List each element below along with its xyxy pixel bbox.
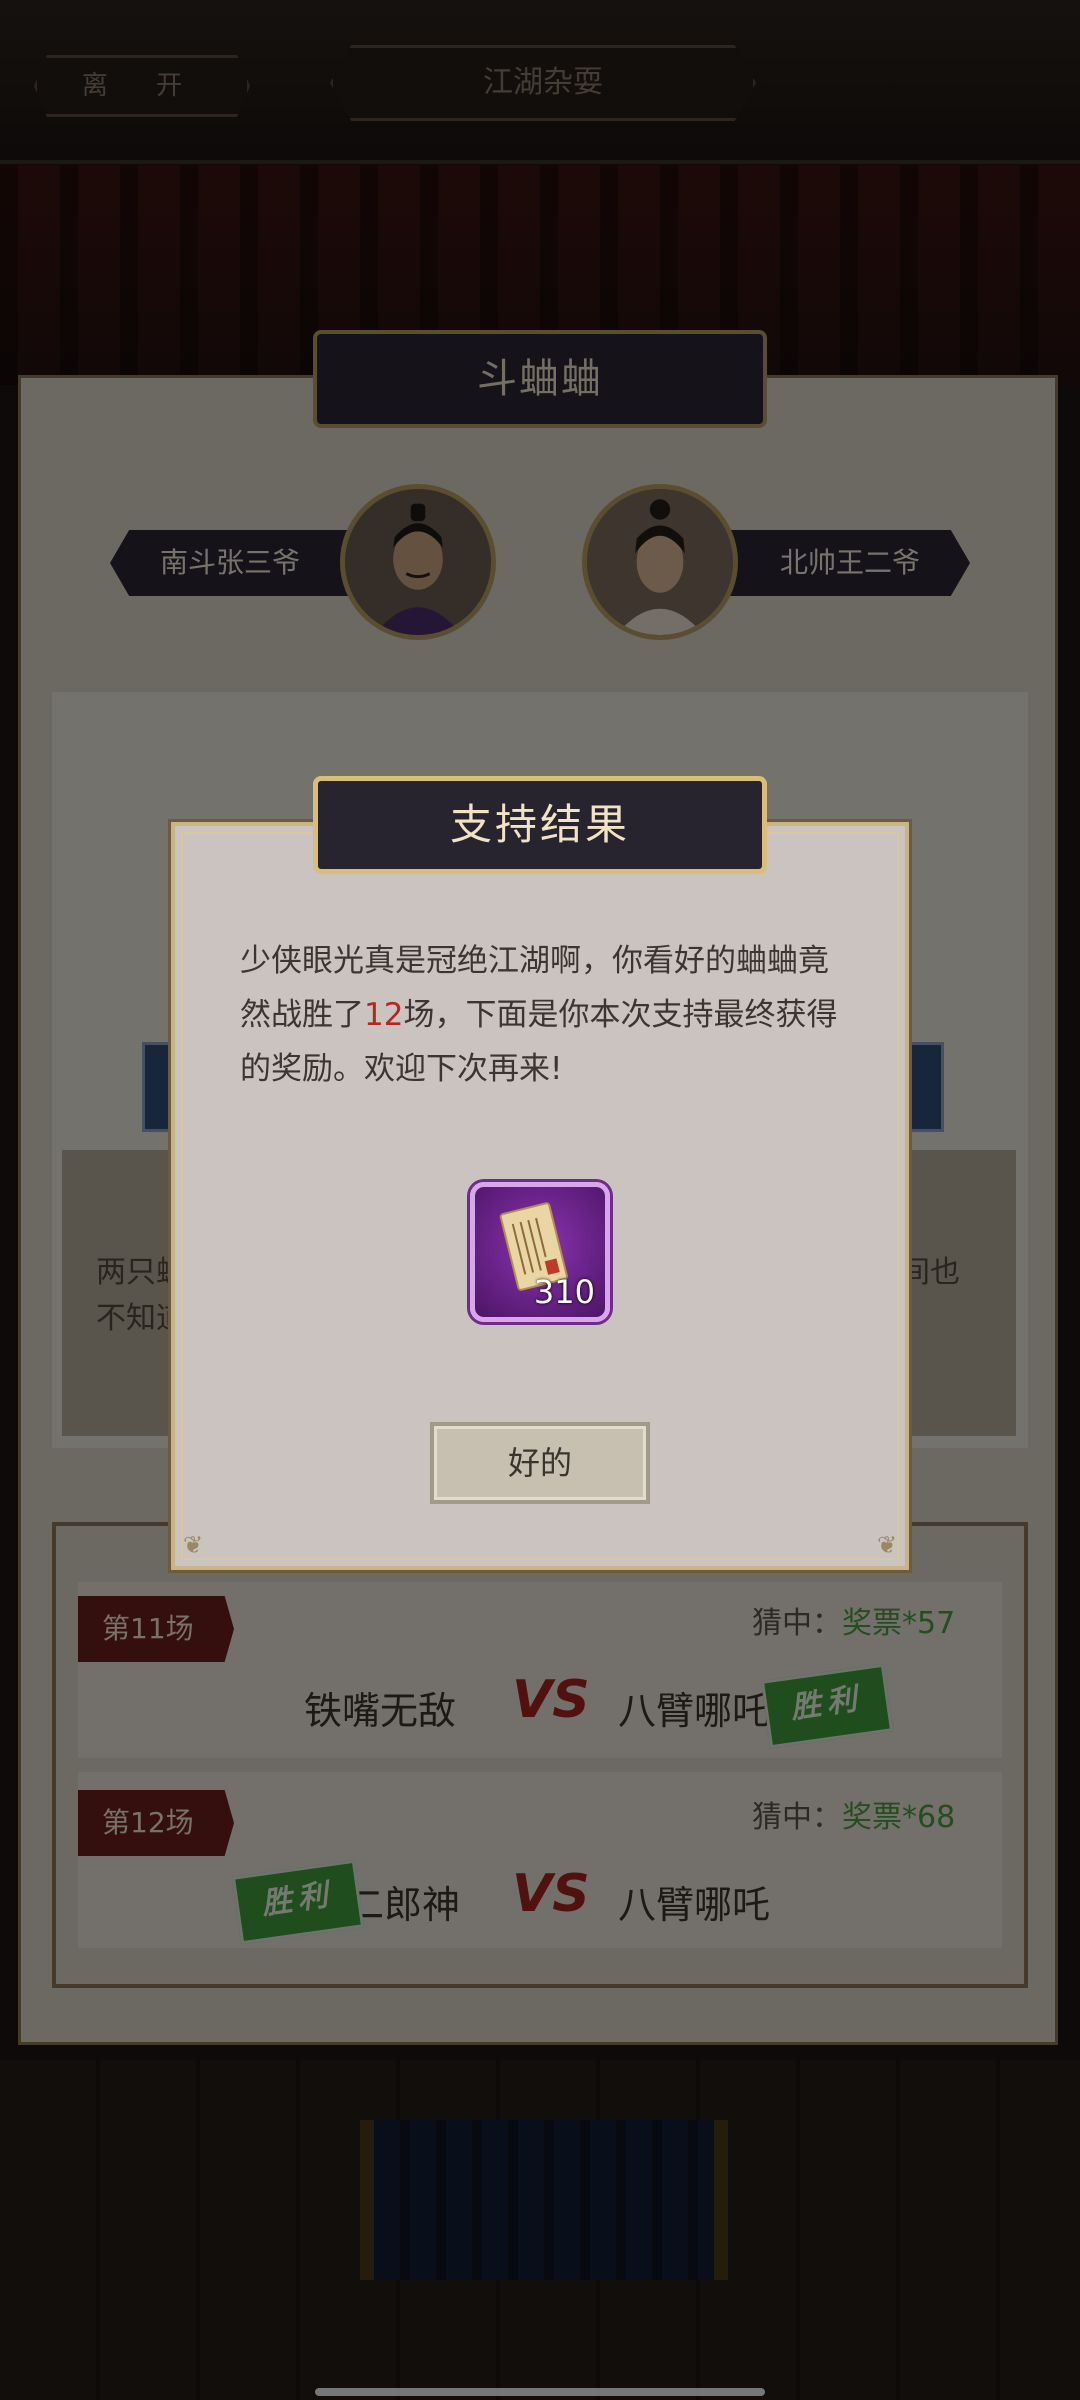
dialog-title: 支持结果	[313, 776, 767, 874]
ok-button[interactable]: 好的	[430, 1422, 650, 1504]
win-count: 12	[364, 997, 404, 1033]
reward-count: 310	[533, 1273, 595, 1311]
dialog-message: 少侠眼光真是冠绝江湖啊，你看好的蛐蛐竟然战胜了12场，下面是你本次支持最终获得的…	[240, 934, 840, 1096]
corner-ornament-icon: ❦	[182, 1531, 204, 1559]
reward-item[interactable]: 310	[470, 1182, 610, 1322]
home-indicator[interactable]	[315, 2388, 765, 2396]
corner-ornament-icon: ❦	[876, 1531, 898, 1559]
